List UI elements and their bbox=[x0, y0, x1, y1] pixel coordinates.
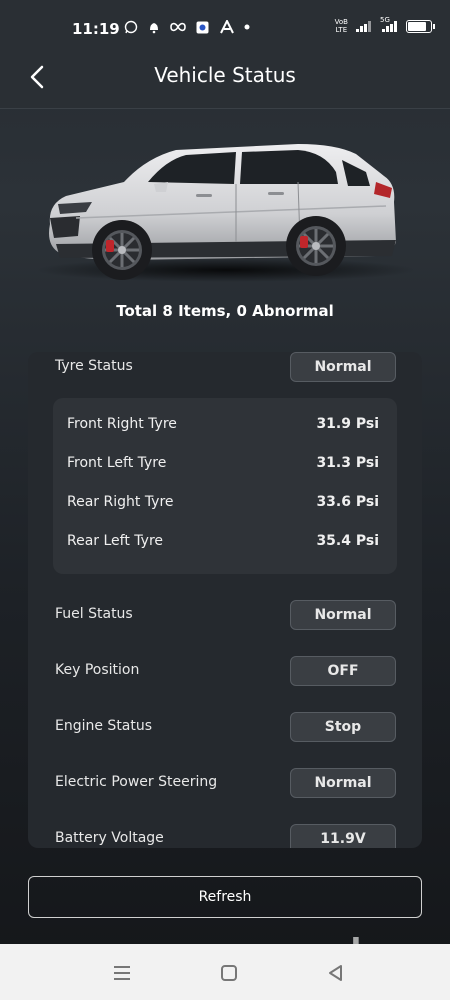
volte-label: VoB bbox=[334, 18, 348, 26]
home-icon[interactable] bbox=[217, 962, 241, 984]
status-summary: Total 8 Items, 0 Abnormal bbox=[116, 302, 334, 320]
dot-icon bbox=[244, 24, 250, 30]
tyre-row: Front Left Tyre 31.3 Psi bbox=[67, 455, 379, 477]
tyre-row: Rear Left Tyre 35.4 Psi bbox=[67, 533, 379, 555]
page-title: Vehicle Status bbox=[154, 63, 296, 87]
bell-icon bbox=[150, 23, 159, 34]
tyre-pressure: 31.3 Psi bbox=[316, 455, 379, 471]
status-time: 11:19 bbox=[72, 20, 120, 38]
tyre-pressure: 31.9 Psi bbox=[316, 416, 379, 432]
key-position-label: Key Position bbox=[55, 662, 140, 678]
engine-status-label: Engine Status bbox=[55, 718, 153, 734]
app-badge-icon bbox=[196, 21, 209, 34]
tyre-pressure: 35.4 Psi bbox=[316, 533, 379, 549]
tyre-row: Rear Right Tyre 33.6 Psi bbox=[67, 494, 379, 516]
back-icon[interactable] bbox=[324, 962, 348, 984]
power-steering-label: Electric Power Steering bbox=[55, 774, 218, 790]
refresh-button[interactable]: Refresh bbox=[28, 876, 422, 918]
notification-icons bbox=[124, 18, 250, 36]
engine-status-badge: Stop bbox=[290, 712, 396, 742]
app-header: Vehicle Status bbox=[0, 48, 450, 109]
front-wheel bbox=[92, 220, 152, 280]
battery-voltage-badge: 11.9V bbox=[290, 824, 396, 848]
battery-icon bbox=[406, 19, 435, 33]
key-position-badge: OFF bbox=[290, 656, 396, 686]
power-steering-badge: Normal bbox=[290, 768, 396, 798]
status-bar: 11:19 VoB LTE 5G bbox=[0, 0, 450, 48]
menu-icon[interactable] bbox=[110, 962, 134, 984]
tyre-status-label: Tyre Status bbox=[55, 358, 133, 374]
tyre-pressure: 33.6 Psi bbox=[316, 494, 379, 510]
tyre-row: Front Right Tyre 31.9 Psi bbox=[67, 416, 379, 438]
fuel-status-badge: Normal bbox=[290, 600, 396, 630]
tyre-name: Rear Left Tyre bbox=[67, 533, 164, 549]
tyre-name: Front Right Tyre bbox=[67, 416, 177, 432]
signal-icon bbox=[356, 20, 372, 32]
system-icons: VoB LTE 5G bbox=[335, 16, 435, 34]
car-image bbox=[36, 144, 416, 282]
tyre-name: Rear Right Tyre bbox=[67, 494, 174, 510]
signal-5g-icon: 5G bbox=[380, 16, 398, 32]
lte-label: LTE bbox=[335, 26, 348, 34]
tyre-pressure-box: Front Right Tyre 31.9 Psi Front Left Tyr… bbox=[53, 398, 397, 574]
tyre-name: Front Left Tyre bbox=[67, 455, 167, 471]
volte-indicator: VoB LTE bbox=[335, 18, 348, 34]
whatsapp-icon bbox=[124, 20, 138, 34]
infinity-icon bbox=[170, 22, 187, 32]
rear-wheel bbox=[286, 216, 346, 276]
status-panel: Tyre Status Normal Front Right Tyre 31.9… bbox=[28, 352, 422, 848]
battery-voltage-label: Battery Voltage bbox=[55, 830, 164, 846]
system-nav-bar bbox=[0, 944, 450, 1000]
tyre-status-badge: Normal bbox=[290, 352, 396, 382]
fuel-status-label: Fuel Status bbox=[55, 606, 133, 622]
a-letter-icon bbox=[219, 18, 234, 34]
